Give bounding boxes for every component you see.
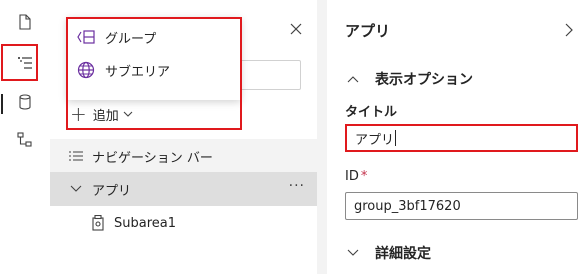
tree-row-subarea[interactable]: Subarea1 <box>50 206 317 240</box>
chevron-down-icon[interactable] <box>68 185 84 193</box>
properties-panel: アプリ 表示オプション タイトル アプリ ID * group_3bf17620 … <box>327 0 583 274</box>
chevron-right-icon[interactable] <box>565 22 573 41</box>
page-title: アプリ <box>345 22 391 40</box>
globe-icon <box>75 61 97 79</box>
tree-row-label: アプリ <box>92 183 132 199</box>
page-icon[interactable] <box>0 4 50 40</box>
menu-item-label: グループ <box>105 31 157 47</box>
title-field-value: アプリ <box>355 132 395 148</box>
id-label: ID * <box>345 169 368 184</box>
list-icon <box>68 151 84 161</box>
id-field[interactable]: group_3bf17620 <box>345 192 578 220</box>
hierarchy-icon[interactable] <box>0 122 50 158</box>
plus-icon: + <box>70 102 87 126</box>
required-marker: * <box>360 169 368 184</box>
chevron-up-icon <box>345 75 361 83</box>
text-caret <box>395 130 397 146</box>
title-field[interactable]: アプリ <box>345 124 578 152</box>
section-label: 詳細設定 <box>375 246 431 262</box>
section-display-options[interactable]: 表示オプション <box>345 69 473 89</box>
title-label: タイトル <box>345 105 398 120</box>
add-popup-menu: グループ サブエリア <box>67 17 241 100</box>
rail-selected-highlight <box>1 44 38 81</box>
id-field-value: group_3bf17620 <box>354 198 461 214</box>
left-rail <box>0 0 50 274</box>
menu-item-group[interactable]: グループ <box>75 21 235 53</box>
add-button[interactable]: + 追加 <box>70 102 133 126</box>
panel-divider <box>317 0 327 274</box>
tree-row-label: ナビゲーション バー <box>92 150 213 166</box>
menu-item-subarea[interactable]: サブエリア <box>75 54 235 86</box>
subarea-icon <box>90 215 106 231</box>
database-icon[interactable] <box>0 84 50 120</box>
group-icon <box>75 30 97 44</box>
tree-row-navigation-bar[interactable]: ナビゲーション バー <box>50 139 317 173</box>
menu-item-label: サブエリア <box>105 64 171 80</box>
chevron-down-icon <box>345 249 361 257</box>
add-label: 追加 <box>92 108 119 124</box>
section-label: 表示オプション <box>375 72 473 88</box>
tree-row-label: Subarea1 <box>114 215 177 231</box>
tree-panel: + 追加 ナビゲーション バー アプリ ··· Subarea1 グループ サブ… <box>50 0 317 274</box>
more-options-icon[interactable]: ··· <box>289 178 305 194</box>
close-icon[interactable] <box>287 20 305 38</box>
chevron-down-icon <box>123 107 133 122</box>
tree-row-app[interactable]: アプリ ··· <box>50 172 317 206</box>
section-advanced-settings[interactable]: 詳細設定 <box>345 243 431 263</box>
